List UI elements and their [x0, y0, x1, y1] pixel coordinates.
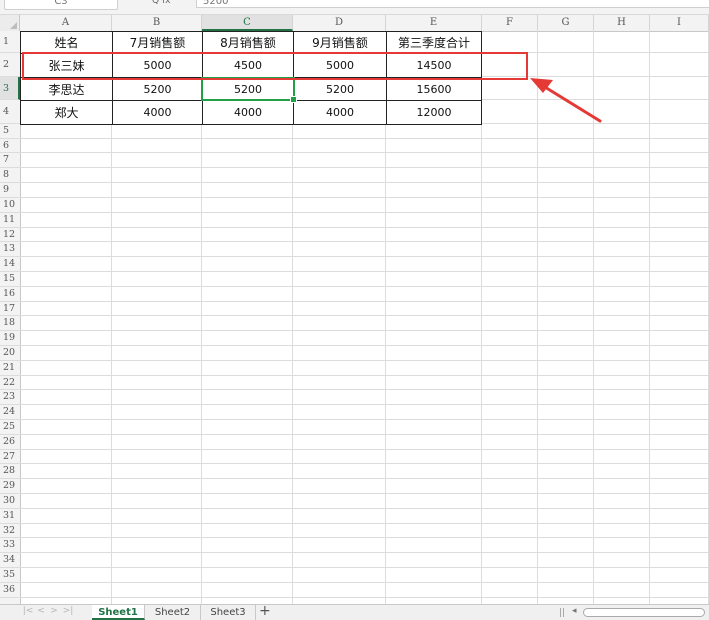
nav-next-icon[interactable]: >	[48, 606, 60, 616]
sheet-tab-bar: |< < > >| Sheet1 Sheet2 Sheet3 + ◂	[0, 603, 709, 620]
annotation-arrow-icon	[530, 78, 602, 123]
nav-last-icon[interactable]: >|	[62, 606, 74, 616]
nav-prev-icon[interactable]: <	[35, 606, 47, 616]
horizontal-scrollbar[interactable]	[583, 608, 705, 617]
scroll-splitter[interactable]	[560, 608, 564, 617]
tab-sheet2[interactable]: Sheet2	[145, 605, 201, 620]
tab-sheet1[interactable]: Sheet1	[92, 605, 145, 620]
nav-first-icon[interactable]: |<	[22, 606, 34, 616]
add-sheet-icon[interactable]: +	[259, 603, 271, 619]
scroll-left-icon[interactable]: ◂	[572, 606, 577, 616]
tab-sheet3[interactable]: Sheet3	[201, 605, 256, 620]
